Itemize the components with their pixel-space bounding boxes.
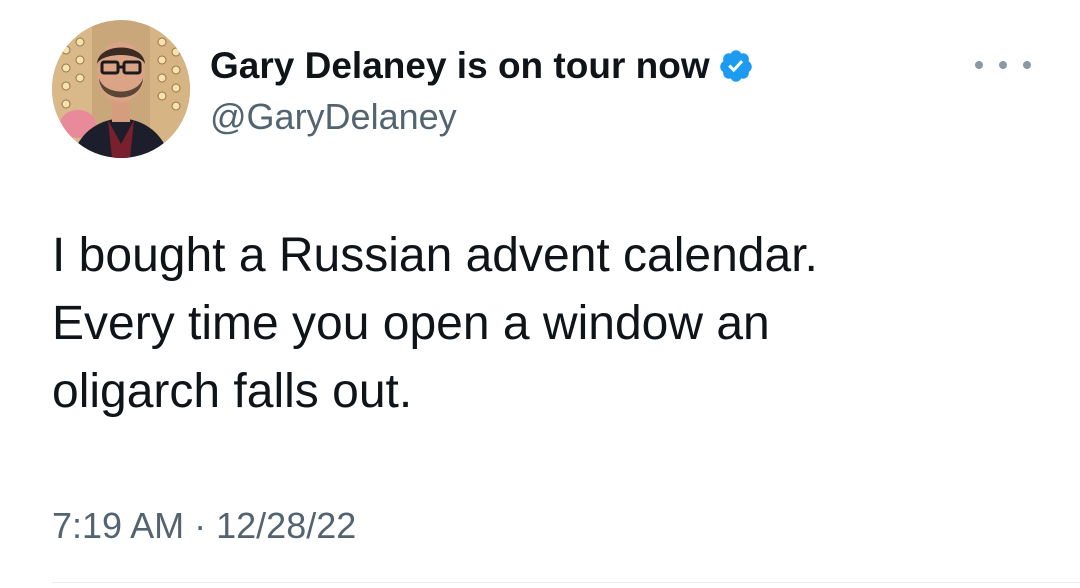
more-dot: [975, 61, 983, 69]
avatar[interactable]: [52, 20, 190, 158]
tweet-timestamp[interactable]: 7:19 AM · 12/28/22: [52, 502, 356, 550]
tweet-text: I bought a Russian advent calendar. Ever…: [52, 222, 1032, 426]
more-dot: [1023, 61, 1031, 69]
tweet-text-line: I bought a Russian advent calendar.: [52, 229, 818, 282]
author-handle[interactable]: @GaryDelaney: [210, 94, 457, 140]
verified-badge-icon: [718, 48, 754, 84]
divider: [52, 582, 1080, 583]
meta-separator: ·: [194, 505, 207, 546]
more-dot: [999, 61, 1007, 69]
tweet-date[interactable]: 12/28/22: [216, 505, 356, 546]
tweet-card: Gary Delaney is on tour now @GaryDelaney…: [0, 0, 1080, 588]
tweet-text-line: Every time you open a window an: [52, 297, 770, 350]
tweet-time[interactable]: 7:19 AM: [52, 505, 184, 546]
display-name-text[interactable]: Gary Delaney is on tour now: [210, 42, 710, 90]
more-options-icon[interactable]: [975, 50, 1031, 80]
avatar-photo: [52, 20, 190, 158]
author-display-name[interactable]: Gary Delaney is on tour now: [210, 42, 754, 90]
tweet-text-line: oligarch falls out.: [52, 365, 413, 418]
